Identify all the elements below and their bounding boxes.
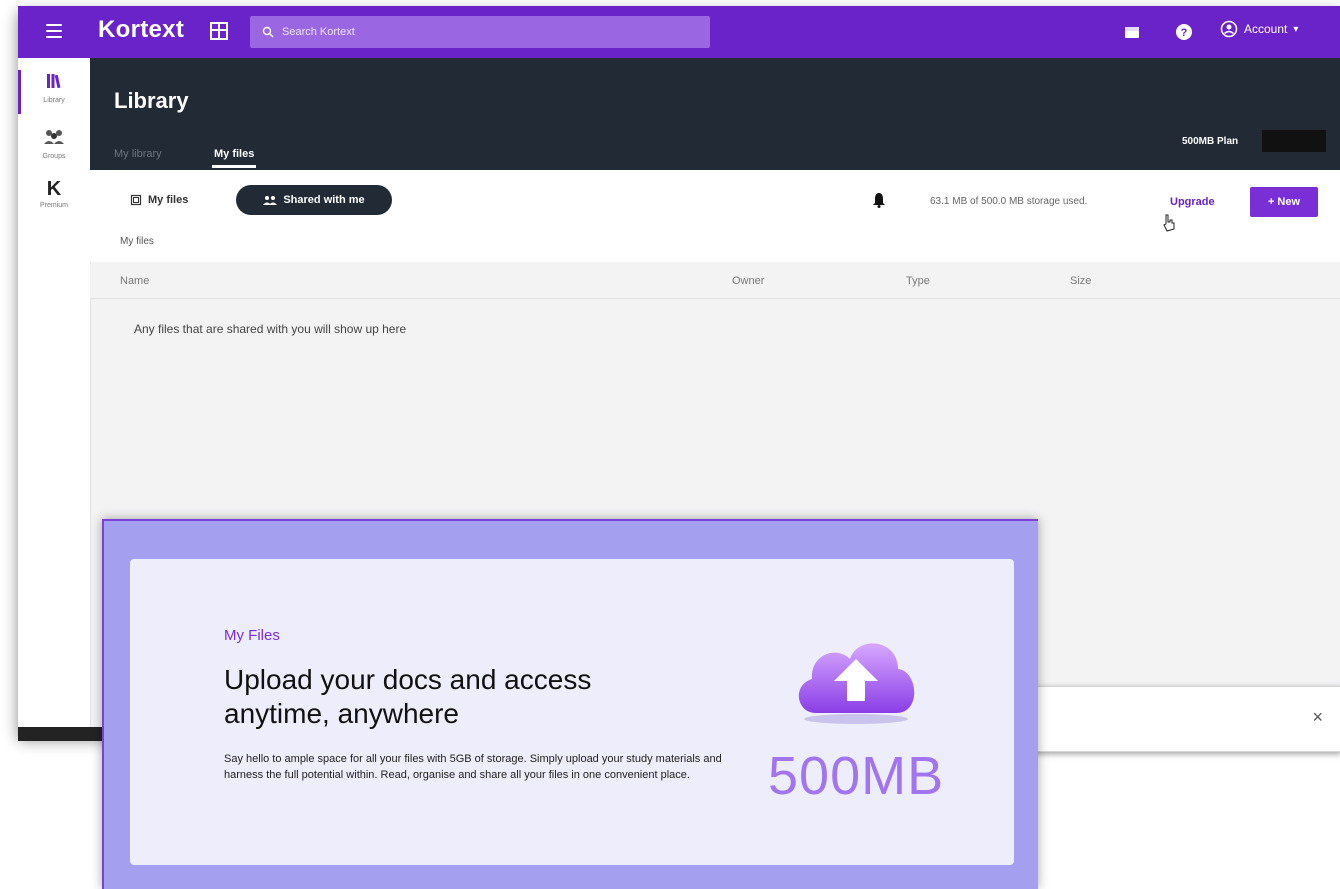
sidebar-item-label: Premium xyxy=(39,202,68,209)
my-files-toggle-label: My files xyxy=(148,194,189,206)
account-label: Account xyxy=(1244,22,1288,36)
tab-my-library[interactable]: My library xyxy=(114,148,162,160)
account-menu[interactable]: Account ▾ xyxy=(1220,20,1298,38)
kortext-k-icon: K xyxy=(46,178,62,200)
tab-my-files[interactable]: My files xyxy=(212,148,257,168)
search-input[interactable] xyxy=(280,25,684,39)
chevron-down-icon: ▾ xyxy=(1293,23,1299,35)
promo-eyebrow: My Files xyxy=(224,627,280,644)
menu-icon[interactable] xyxy=(46,24,62,38)
column-name[interactable]: Name xyxy=(120,275,149,287)
shared-toggle-label: Shared with me xyxy=(283,194,365,206)
store-icon[interactable] xyxy=(1122,22,1142,42)
cloud-upload-icon xyxy=(798,643,915,724)
brand-logo[interactable]: Kortext xyxy=(98,16,184,44)
close-icon[interactable]: × xyxy=(1312,707,1323,728)
corner-overlay xyxy=(18,727,105,741)
page-title: Library xyxy=(114,88,189,113)
library-header: Library My library My files 500MB Plan xyxy=(90,58,1340,170)
search-bar[interactable] xyxy=(250,16,710,48)
search-icon xyxy=(262,26,274,38)
svg-text:?: ? xyxy=(1181,27,1188,39)
help-icon[interactable]: ? xyxy=(1174,22,1194,42)
promo-title: Upload your docs and access anytime, any… xyxy=(224,664,592,729)
redacted-box xyxy=(1262,130,1326,152)
sidebar-item-library[interactable]: Library xyxy=(18,72,90,104)
sidebar-item-groups[interactable]: Groups xyxy=(18,128,90,160)
promo-card: My Files Upload your docs and access any… xyxy=(130,559,1014,865)
book-icon xyxy=(210,22,228,40)
upgrade-link[interactable]: Upgrade xyxy=(1170,196,1215,208)
bell-icon[interactable] xyxy=(872,192,886,208)
file-icon xyxy=(130,194,142,206)
top-bar: Kortext ? Account xyxy=(18,6,1340,58)
plan-label: 500MB Plan xyxy=(1182,136,1239,147)
groups-icon xyxy=(44,130,64,144)
tab-label: My files xyxy=(214,148,255,160)
breadcrumb: My files xyxy=(120,236,154,247)
sidebar-item-premium[interactable]: K Premium xyxy=(18,178,90,209)
column-size[interactable]: Size xyxy=(1070,275,1091,287)
files-toolbar: My files Shared with me My files 63.1 MB… xyxy=(90,170,1340,262)
notification-snackbar: × xyxy=(1000,686,1340,752)
storage-usage: 63.1 MB of 500.0 MB storage used. xyxy=(930,196,1088,207)
tab-underline xyxy=(212,165,257,168)
shared-with-me-toggle[interactable]: Shared with me xyxy=(236,185,392,215)
hand-cursor-icon xyxy=(1163,214,1175,232)
people-icon xyxy=(263,196,278,205)
promo-storage-size: 500MB xyxy=(768,746,945,806)
table-header: Name Owner Type Size xyxy=(90,264,1340,299)
library-icon xyxy=(47,74,61,89)
promo-body: Say hello to ample space for all your fi… xyxy=(224,753,722,781)
promo-banner: My Files Upload your docs and access any… xyxy=(102,519,1038,889)
column-type[interactable]: Type xyxy=(906,275,930,287)
sidebar-item-label: Groups xyxy=(42,153,66,160)
empty-state-message: Any files that are shared with you will … xyxy=(134,322,407,336)
left-sidebar: Library Groups K Premium xyxy=(18,58,91,734)
sidebar-item-label: Library xyxy=(43,97,65,104)
my-files-toggle[interactable]: My files xyxy=(130,185,188,215)
user-circle-icon xyxy=(1220,20,1238,38)
new-button[interactable]: + New xyxy=(1250,187,1318,217)
column-owner[interactable]: Owner xyxy=(732,275,764,287)
